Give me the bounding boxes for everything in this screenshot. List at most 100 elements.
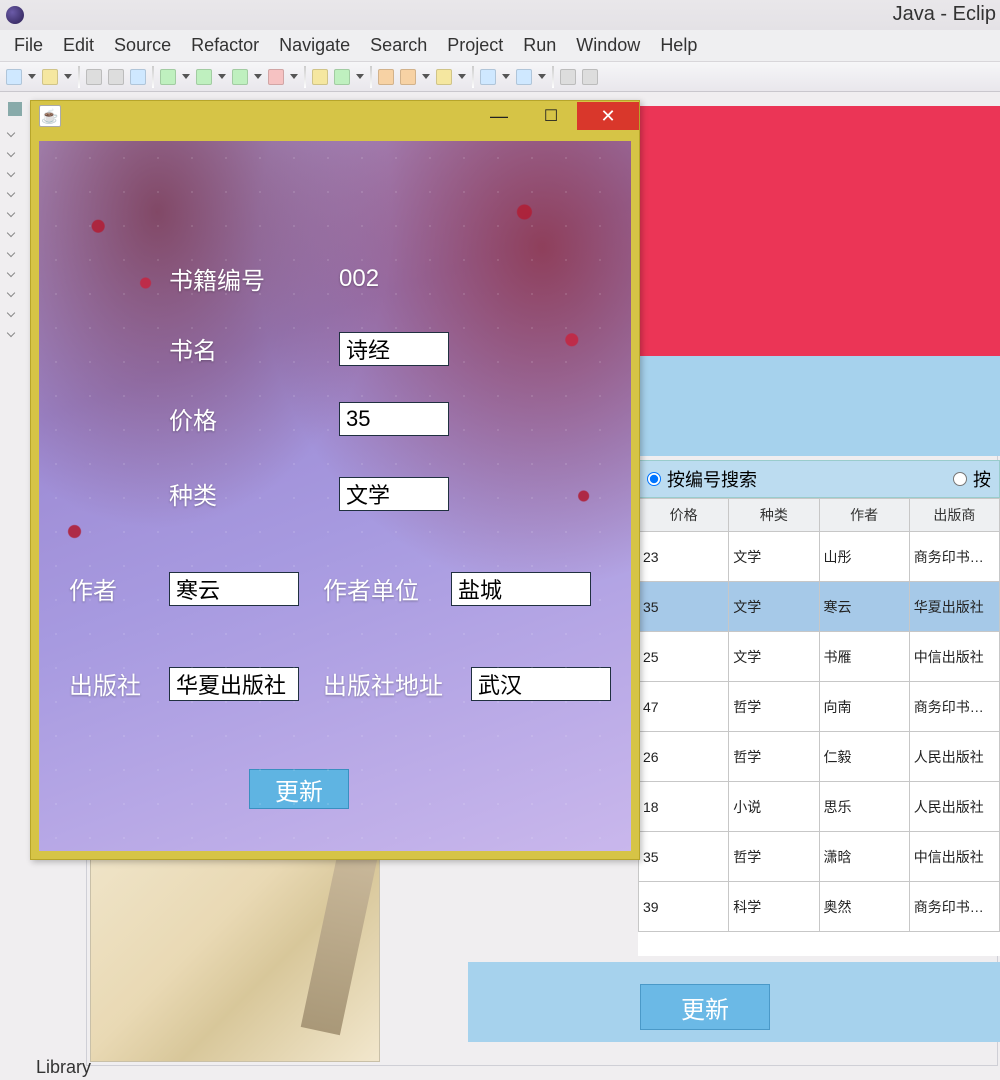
input-author-unit[interactable] [451,572,591,606]
dropdown-icon[interactable] [356,74,364,79]
coverage-icon[interactable] [232,69,248,85]
menu-source[interactable]: Source [104,31,181,60]
cell-publisher: 人民出版社 [909,782,999,832]
menu-help[interactable]: Help [650,31,707,60]
back-icon[interactable] [560,69,576,85]
cell-author: 仁毅 [819,732,909,782]
toolbar [0,62,1000,92]
dropdown-icon[interactable] [538,74,546,79]
table-row[interactable]: 35文学寒云华夏出版社 [639,582,1000,632]
cell-price: 25 [639,632,729,682]
dialog-titlebar[interactable] [31,101,639,131]
cell-category: 文学 [729,532,819,582]
separator [552,66,554,88]
package-explorer[interactable] [8,102,20,952]
debug-icon[interactable] [160,69,176,85]
input-price[interactable] [339,402,449,436]
table-row[interactable]: 26哲学仁毅人民出版社 [639,732,1000,782]
table-row[interactable]: 18小说思乐人民出版社 [639,782,1000,832]
dropdown-icon[interactable] [502,74,510,79]
dropdown-icon[interactable] [218,74,226,79]
col-category[interactable]: 种类 [729,499,819,532]
cell-author: 向南 [819,682,909,732]
dropdown-icon[interactable] [254,74,262,79]
new-class-icon[interactable] [334,69,350,85]
radio-search-by-other[interactable] [953,472,967,486]
stop-icon[interactable] [268,69,284,85]
input-category[interactable] [339,477,449,511]
cell-category: 文学 [729,582,819,632]
window-title: Java - Eclip [893,3,996,26]
menu-file[interactable]: File [4,31,53,60]
edit-book-dialog: 书籍编号 002 书名 价格 种类 作者 作者单位 [30,100,640,860]
toggle-breadcrumb-icon[interactable] [480,69,496,85]
menu-refactor[interactable]: Refactor [181,31,269,60]
dialog-update-button[interactable]: 更新 [249,769,349,809]
close-button[interactable] [577,102,639,130]
books-table[interactable]: 价格 种类 作者 出版商 23文学山彤商务印书出版社35文学寒云华夏出版社25文… [638,498,1000,956]
menu-window[interactable]: Window [566,31,650,60]
save-all-icon[interactable] [86,69,102,85]
cell-price: 35 [639,832,729,882]
label-publisher: 出版社 [69,666,159,701]
dropdown-icon[interactable] [182,74,190,79]
search-icon[interactable] [436,69,452,85]
print-icon[interactable] [108,69,124,85]
cell-publisher: 商务印书出版社 [909,682,999,732]
radio-label-by-other: 按 [973,466,991,492]
java-icon [39,105,61,127]
table-row[interactable]: 25文学书雁中信出版社 [639,632,1000,682]
update-button[interactable]: 更新 [640,984,770,1030]
menu-navigate[interactable]: Navigate [269,31,360,60]
mark-occurrences-icon[interactable] [516,69,532,85]
run-icon[interactable] [196,69,212,85]
dropdown-icon[interactable] [64,74,72,79]
dropdown-icon[interactable] [422,74,430,79]
status-text: Library [36,1057,91,1078]
new-package-icon[interactable] [312,69,328,85]
cell-price: 39 [639,882,729,932]
input-publisher-addr[interactable] [471,667,611,701]
forward-icon[interactable] [582,69,598,85]
menu-search[interactable]: Search [360,31,437,60]
cell-publisher: 商务印书出版社 [909,532,999,582]
menu-project[interactable]: Project [437,31,513,60]
dropdown-icon[interactable] [290,74,298,79]
cell-author: 寒云 [819,582,909,632]
open-task-icon[interactable] [400,69,416,85]
new-icon[interactable] [6,69,22,85]
dropdown-icon[interactable] [458,74,466,79]
hierarchy-icon[interactable] [8,102,22,116]
cell-author: 书雁 [819,632,909,682]
label-author: 作者 [69,571,159,606]
menu-edit[interactable]: Edit [53,31,104,60]
col-author[interactable]: 作者 [819,499,909,532]
cell-publisher: 中信出版社 [909,632,999,682]
table-row[interactable]: 35哲学潇晗中信出版社 [639,832,1000,882]
cell-author: 山彤 [819,532,909,582]
dropdown-icon[interactable] [28,74,36,79]
open-type-icon[interactable] [378,69,394,85]
radio-search-by-id[interactable] [647,472,661,486]
input-publisher[interactable] [169,667,299,701]
cell-category: 科学 [729,882,819,932]
label-author-unit: 作者单位 [323,571,443,606]
col-publisher[interactable]: 出版商 [909,499,999,532]
table-row[interactable]: 23文学山彤商务印书出版社 [639,532,1000,582]
cell-category: 哲学 [729,682,819,732]
col-price[interactable]: 价格 [639,499,729,532]
maximize-button[interactable] [525,102,577,130]
cell-category: 哲学 [729,732,819,782]
table-row[interactable]: 47哲学向南商务印书出版社 [639,682,1000,732]
label-publisher-addr: 出版社地址 [323,666,463,701]
save-icon[interactable] [42,69,58,85]
menu-run[interactable]: Run [513,31,566,60]
input-name[interactable] [339,332,449,366]
table-row[interactable]: 39科学奥然商务印书出版社 [639,882,1000,932]
separator [304,66,306,88]
build-icon[interactable] [130,69,146,85]
cell-author: 奥然 [819,882,909,932]
minimize-button[interactable] [473,102,525,130]
separator [152,66,154,88]
input-author[interactable] [169,572,299,606]
